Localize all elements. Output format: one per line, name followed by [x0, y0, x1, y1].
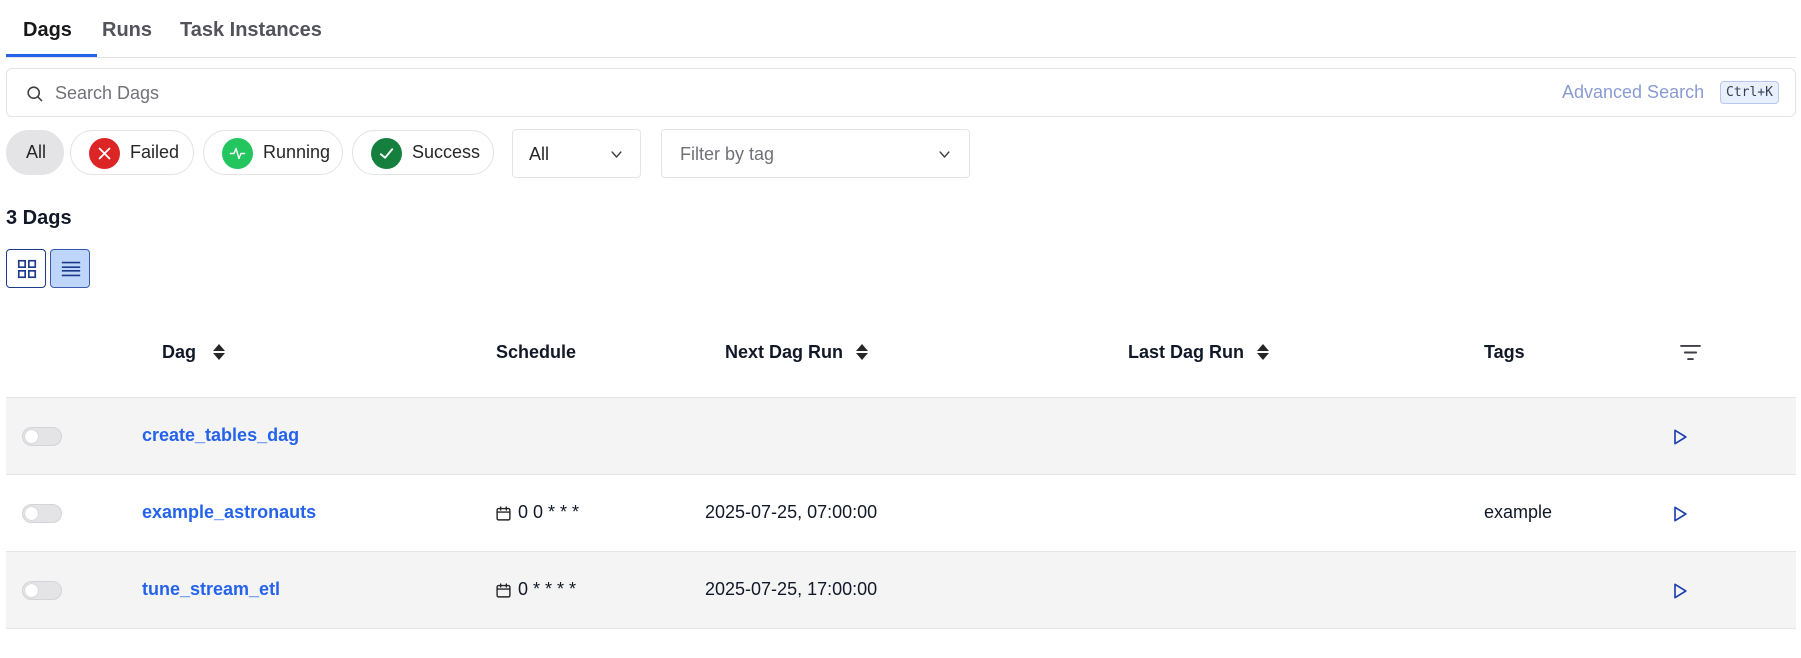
filter-columns-icon[interactable]	[1680, 344, 1701, 361]
search-bar: Advanced Search Ctrl+K	[6, 68, 1796, 117]
filter-running-button[interactable]: Running	[203, 130, 343, 175]
filter-success-button[interactable]: Success	[352, 130, 494, 175]
keyboard-shortcut-badge: Ctrl+K	[1720, 81, 1779, 104]
grid-icon	[17, 259, 37, 279]
advanced-search-link[interactable]: Advanced Search	[1562, 82, 1704, 103]
dag-link[interactable]: example_astronauts	[142, 502, 316, 523]
filter-success-label: Success	[412, 142, 481, 162]
table-row: tune_stream_etl 0 * * * * 2025-07-25, 17…	[6, 552, 1796, 629]
pause-toggle[interactable]	[22, 427, 62, 446]
play-icon[interactable]	[1670, 427, 1690, 447]
column-header-next-run[interactable]: Next Dag Run	[725, 342, 843, 363]
column-header-tags: Tags	[1484, 342, 1525, 362]
failed-icon	[89, 138, 120, 169]
tab-bar: Dags Runs Task Instances	[6, 0, 1796, 58]
dag-link[interactable]: create_tables_dag	[142, 425, 299, 446]
tag-filter-select[interactable]: Filter by tag	[661, 129, 970, 178]
filter-all-label: All	[26, 142, 47, 162]
list-view-button[interactable]	[50, 249, 90, 288]
sort-icon[interactable]	[212, 342, 226, 362]
column-header-schedule: Schedule	[496, 342, 577, 362]
list-icon	[61, 261, 81, 277]
pause-toggle[interactable]	[22, 504, 62, 523]
dag-count: 3 Dags	[6, 207, 72, 229]
column-header-dag[interactable]: Dag	[162, 342, 196, 363]
paused-filter-value: All	[529, 144, 550, 164]
search-input[interactable]	[55, 78, 1055, 108]
tab-dags[interactable]: Dags	[23, 19, 72, 42]
dag-link[interactable]: tune_stream_etl	[142, 579, 280, 600]
tab-task-instances[interactable]: Task Instances	[180, 19, 322, 42]
filter-failed-label: Failed	[130, 142, 180, 162]
pause-toggle[interactable]	[22, 581, 62, 600]
schedule-value: 0 0 * * *	[518, 502, 580, 522]
schedule-value: 0 * * * *	[518, 579, 577, 599]
card-view-button[interactable]	[6, 249, 46, 288]
check-icon	[371, 138, 402, 169]
next-run-value: 2025-07-25, 07:00:00	[705, 502, 878, 522]
tab-runs[interactable]: Runs	[102, 19, 152, 42]
next-run-value: 2025-07-25, 17:00:00	[705, 579, 878, 599]
chevron-down-icon	[939, 151, 950, 158]
table-row: create_tables_dag	[6, 398, 1796, 475]
active-tab-indicator	[6, 54, 97, 57]
chevron-down-icon	[611, 151, 622, 158]
sort-icon[interactable]	[1256, 342, 1270, 362]
column-header-last-run[interactable]: Last Dag Run	[1128, 342, 1244, 363]
calendar-icon	[496, 506, 511, 521]
table-row: example_astronauts 0 0 * * * 2025-07-25,…	[6, 475, 1796, 552]
paused-filter-select[interactable]: All	[512, 129, 641, 178]
tag-filter-placeholder: Filter by tag	[680, 144, 775, 164]
activity-icon	[222, 138, 253, 169]
calendar-icon	[496, 583, 511, 598]
play-icon[interactable]	[1670, 581, 1690, 601]
tag-value: example	[1484, 502, 1553, 522]
filter-all-button[interactable]: All	[6, 130, 64, 175]
filter-running-label: Running	[263, 142, 331, 162]
play-icon[interactable]	[1670, 504, 1690, 524]
search-icon	[27, 86, 43, 102]
sort-icon[interactable]	[855, 342, 869, 362]
filter-failed-button[interactable]: Failed	[70, 130, 194, 175]
